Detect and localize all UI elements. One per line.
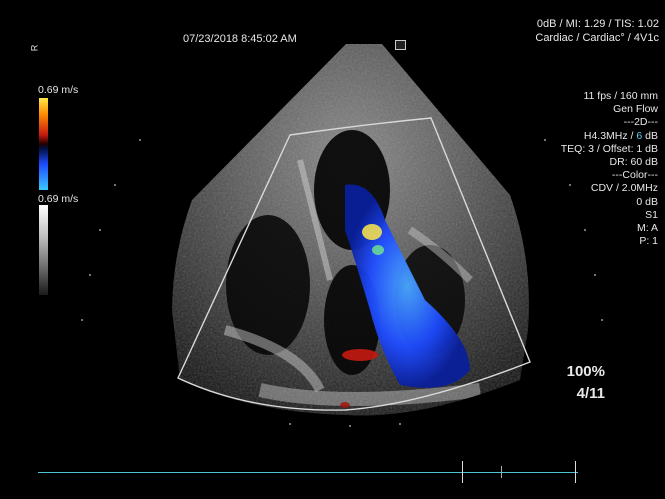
preset-line: Cardiac / Cardiac° / 4V1c [535, 32, 659, 44]
color-velocity-bar [39, 98, 48, 190]
cine-playhead[interactable] [501, 466, 502, 478]
acoustic-info: 0dB / MI: 1.29 / TIS: 1.02 Cardiac / Car… [535, 17, 659, 45]
exam-datetime: 07/23/2018 8:45:02 AM [183, 33, 297, 45]
imaging-parameters: 11 fps / 160 mm Gen Flow ---2D--- H4.3MH… [561, 90, 658, 248]
param-line: CDV / 2.0MHz [590, 182, 658, 195]
param-line: 11 fps / 160 mm [583, 90, 658, 102]
cine-end-marker[interactable] [575, 461, 576, 483]
ultrasound-image [81, 44, 603, 427]
zoom-frame-info: 100% 4/11 [567, 361, 605, 405]
param-line: P: 1 [639, 235, 658, 248]
grayscale-bar [39, 205, 48, 295]
cine-start-marker[interactable] [462, 461, 463, 483]
param-line: ---2D--- [623, 116, 658, 129]
param-line-gain: H4.3MHz / 6 dB [583, 129, 658, 142]
zoom-percent: 100% [566, 363, 605, 380]
probe-orientation-icon [395, 40, 406, 50]
param-line: ---Color--- [611, 169, 658, 182]
param-line: TEQ: 3 / Offset: 1 dB [560, 142, 658, 155]
param-line: 0 dB [636, 195, 658, 208]
param-line: M: A [636, 222, 658, 235]
cine-timeline[interactable] [38, 461, 578, 483]
acoustic-output-line: 0dB / MI: 1.29 / TIS: 1.02 [536, 18, 659, 30]
velocity-bottom-label: 0.69 m/s [38, 193, 79, 205]
velocity-top-label: 0.69 m/s [38, 84, 79, 96]
param-line: S1 [645, 208, 658, 221]
param-line: DR: 60 dB [609, 156, 658, 169]
frame-counter: 4/11 [576, 385, 605, 402]
orientation-marker: R [29, 44, 40, 52]
param-line: Gen Flow [613, 103, 658, 116]
